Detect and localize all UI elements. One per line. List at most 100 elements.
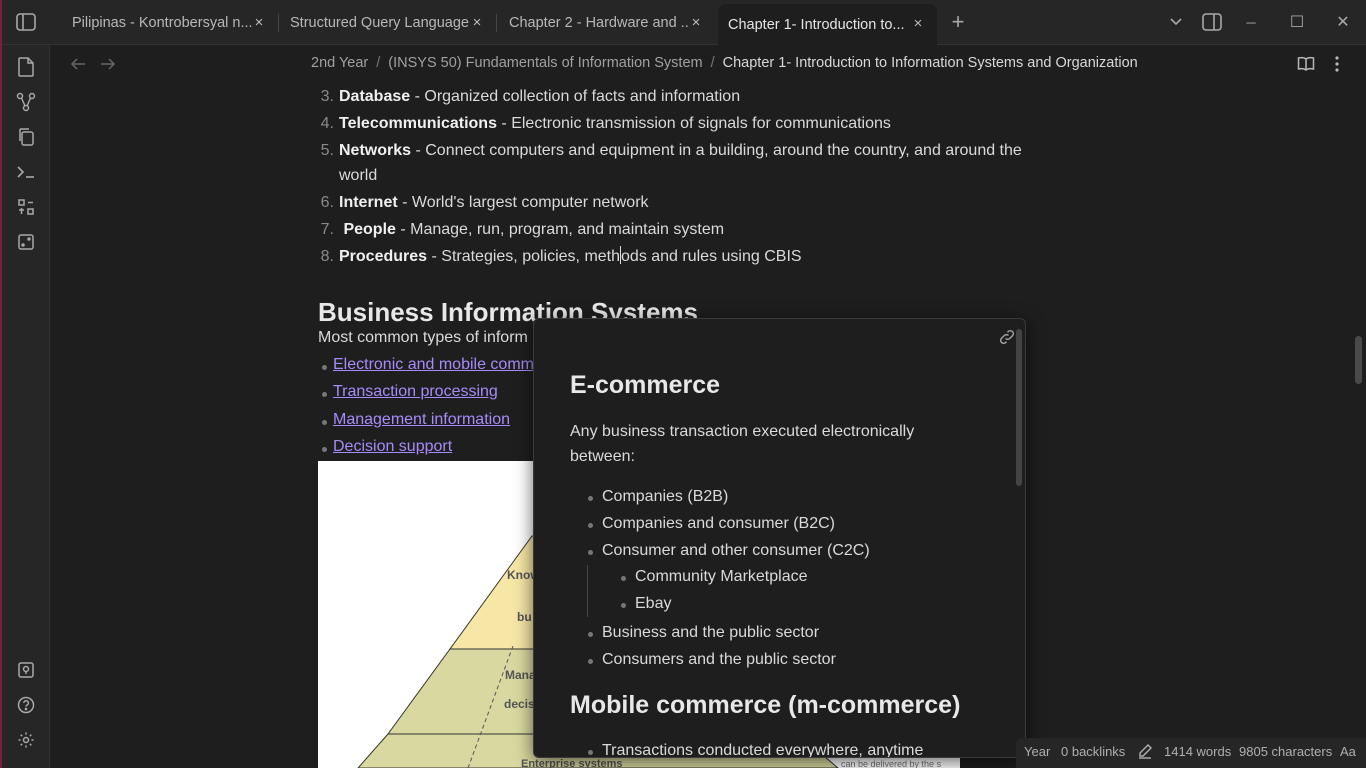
tab-sql[interactable]: Structured Query Language × [270, 0, 496, 45]
popover-item-label: Transactions conducted everywhere, anyti… [602, 742, 924, 758]
popover-list-item: Companies (B2B) [588, 488, 729, 506]
status-backlinks[interactable]: 0 backlinks [1061, 744, 1125, 759]
list-term: Procedures [339, 248, 428, 265]
vault-icon[interactable] [14, 658, 38, 682]
tab-label: Chapter 2 - Hardware and ... [509, 14, 689, 31]
status-character-count: 9805 characters [1239, 744, 1333, 759]
files-icon[interactable] [14, 55, 38, 79]
list-number: 6. [320, 194, 334, 211]
back-arrow-icon[interactable] [64, 50, 92, 78]
internal-link-ecommerce[interactable]: Electronic and mobile comm [333, 356, 534, 374]
internal-link-decision-support[interactable]: Decision support [333, 438, 452, 456]
tab-label: Structured Query Language [290, 14, 469, 31]
editor-scrollbar[interactable] [1355, 336, 1362, 384]
popover-item-label: Companies (B2B) [602, 488, 729, 505]
close-icon[interactable]: × [909, 14, 927, 32]
minimize-icon[interactable]: ─ [1237, 8, 1265, 36]
bullet-dot [322, 365, 327, 370]
breadcrumb-folder[interactable]: 2nd Year [311, 55, 368, 71]
popover-heading: E-commerce [570, 371, 721, 399]
font-toggle-button[interactable]: Aa [1340, 744, 1356, 759]
window-close-icon[interactable]: ✕ [1329, 8, 1357, 36]
list-term: Telecommunications [339, 115, 497, 132]
bullet-dot [588, 632, 593, 637]
maximize-icon[interactable]: ☐ [1283, 8, 1311, 36]
bullet-dot [588, 523, 593, 528]
list-term: Internet [339, 194, 398, 211]
pyramid-caption: can be delivered by the s [841, 759, 942, 768]
list-term: Networks [339, 142, 412, 159]
bullet-dot [588, 659, 593, 664]
graph-view-icon[interactable] [14, 90, 38, 114]
popover-item-label: Community Marketplace [635, 568, 808, 585]
popover-list-item: Transactions conducted everywhere, anyti… [588, 742, 924, 758]
new-tab-icon[interactable]: + [944, 8, 972, 36]
right-sidebar-toggle-icon[interactable] [1198, 8, 1226, 36]
tab-bar: Pilipinas - Kontrobersyal n... × Structu… [0, 0, 1366, 768]
bullet-dot [588, 550, 593, 555]
forward-arrow-icon[interactable] [94, 50, 122, 78]
dice-icon[interactable] [14, 230, 38, 254]
pyramid-label: Mana [505, 668, 536, 682]
bullet-dot [322, 447, 327, 452]
status-folder[interactable]: Year [1024, 744, 1050, 759]
popover-list-item: Companies and consumer (B2C) [588, 515, 835, 533]
plugin-icon[interactable] [14, 195, 38, 219]
sidebar-toggle-icon[interactable] [12, 8, 40, 36]
popover-item-label: Companies and consumer (B2C) [602, 515, 835, 532]
tab-label: Pilipinas - Kontrobersyal n... [72, 14, 252, 31]
close-icon[interactable]: × [250, 13, 268, 31]
list-number: 4. [320, 115, 334, 132]
popover-item-label: Consumers and the public sector [602, 651, 836, 668]
tab-chapter-2[interactable]: Chapter 2 - Hardware and ... × [489, 0, 715, 45]
tab-chapter-1[interactable]: Chapter 1- Introduction to... × [718, 4, 937, 46]
status-word-count: 1414 words [1164, 744, 1232, 759]
popover-sublist-item: Community Marketplace [621, 568, 808, 586]
settings-gear-icon[interactable] [14, 728, 38, 752]
popover-scrollbar[interactable] [1016, 329, 1022, 486]
list-number: 5. [320, 142, 334, 159]
list-description: - Organized collection of facts and info… [410, 88, 741, 105]
internal-link-management-information[interactable]: Management information [333, 411, 510, 429]
breadcrumb-current-note[interactable]: Chapter 1- Introduction to Information S… [723, 55, 1138, 71]
tab-pilipinas[interactable]: Pilipinas - Kontrobersyal n... × [52, 0, 278, 45]
internal-link-transaction-processing[interactable]: Transaction processing [333, 383, 498, 401]
reading-view-icon[interactable] [1292, 50, 1320, 78]
popover-list-item: Consumer and other consumer (C2C) [588, 542, 870, 560]
section-intro: Most common types of inform [318, 329, 528, 346]
bullet-dot [322, 392, 327, 397]
copy-icon[interactable] [14, 125, 38, 149]
link-preview-popover[interactable]: E-commerce Any business transaction exec… [533, 318, 1026, 758]
list-number: 3. [320, 88, 334, 105]
close-icon[interactable]: × [687, 13, 705, 31]
close-icon[interactable]: × [468, 13, 486, 31]
bullet-dot [322, 420, 327, 425]
list-term: Database [339, 88, 411, 105]
help-icon[interactable] [14, 693, 38, 717]
bullet-dot [621, 576, 626, 581]
popover-list-item: Consumers and the public sector [588, 651, 836, 669]
chevron-down-icon[interactable] [1162, 8, 1190, 36]
pyramid-label: bu [517, 610, 532, 624]
popover-item-label: Consumer and other consumer (C2C) [602, 542, 870, 559]
bullet-dot [621, 603, 626, 608]
list-description: - World's largest computer network [397, 194, 649, 211]
terminal-icon[interactable] [14, 160, 38, 184]
popover-list-item: Business and the public sector [588, 624, 820, 642]
status-bar: Year 0 backlinks 1414 words 9805 charact… [1016, 738, 1366, 768]
pyramid-label: Enterprise systems [521, 758, 623, 768]
breadcrumb-subfolder[interactable]: (INSYS 50) Fundamentals of Information S… [388, 55, 702, 71]
link-icon[interactable] [997, 327, 1017, 347]
list-term: People [339, 221, 396, 238]
more-options-icon[interactable] [1323, 50, 1351, 78]
edit-pencil-icon[interactable] [1137, 743, 1153, 762]
breadcrumb: 2nd Year / (INSYS 50) Fundamentals of Info… [311, 55, 1138, 71]
list-description: ods and rules using CBIS [621, 248, 802, 265]
bullet-dot [588, 496, 593, 501]
popover-item-label: Business and the public sector [602, 624, 820, 641]
breadcrumb-separator: / [376, 55, 381, 71]
list-description: - Strategies, policies, meth [427, 248, 621, 265]
list-description: world [339, 167, 378, 184]
list-description: - Manage, run, program, and maintain sys… [395, 221, 725, 238]
tab-label: Chapter 1- Introduction to... [728, 17, 905, 33]
